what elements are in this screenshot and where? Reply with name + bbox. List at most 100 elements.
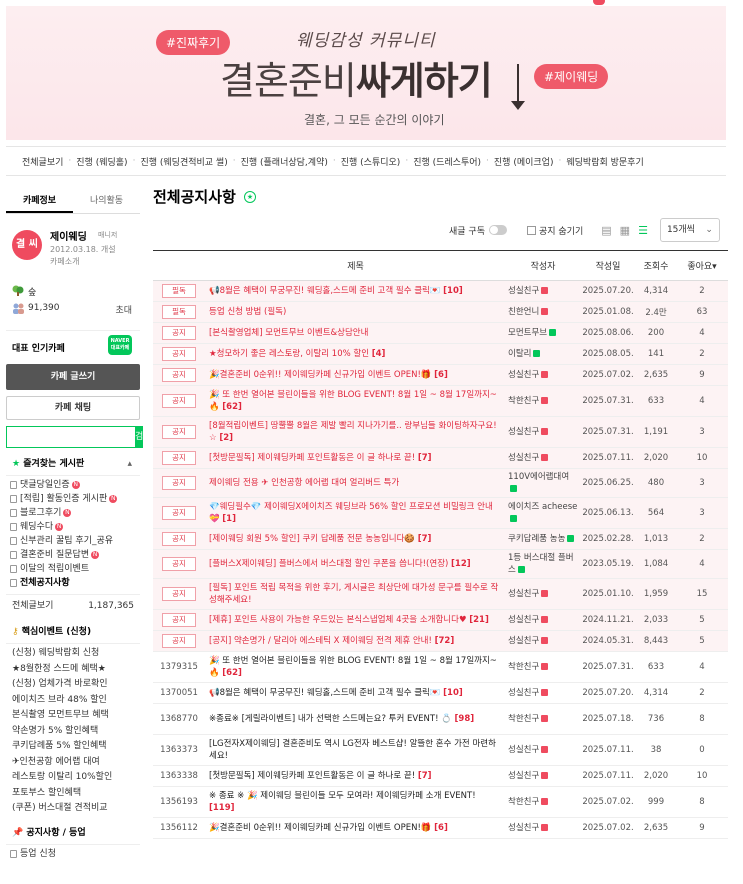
- table-row[interactable]: 1356112 🎉결혼준비 0순위!! 제이웨딩카페 신규가입 이벤트 OPEN!…: [153, 817, 728, 839]
- all-posts-row[interactable]: 전체글보기 1,187,365: [6, 594, 140, 616]
- post-title[interactable]: [LG전자X제이웨딩] 결혼준비도 역시 LG전자 베스트샵! 알뜰한 혼수 가…: [209, 739, 496, 761]
- post-author-cell[interactable]: 성실친구: [506, 609, 580, 631]
- cafe-search-input[interactable]: [6, 426, 135, 448]
- post-title-cell[interactable]: 🎉 또 한번 열어본 블린이들을 위한 BLOG EVENT! 8월 1일 ~ …: [205, 651, 506, 683]
- post-author-cell[interactable]: 성실친구: [506, 817, 580, 839]
- table-row[interactable]: 1370051 📢8월은 혜택이 무궁무진! 웨딩홀,스드메 준비 고객 필수 클…: [153, 682, 728, 704]
- post-author[interactable]: 성실친구: [508, 453, 539, 463]
- post-title[interactable]: 등업 신청 방법 (필독): [209, 307, 286, 317]
- notification-dot[interactable]: [593, 0, 605, 5]
- post-title[interactable]: 💎웨딩필수💎 제이웨딩X에이치즈 웨딩브라 56% 할인 프로모션 비밀링크 안…: [209, 502, 493, 524]
- post-title-cell[interactable]: [필독] 포인트 적립 목적을 위한 후기, 게시글은 최상단에 대가성 문구를…: [205, 578, 506, 610]
- post-author[interactable]: 에이치즈 acheese: [508, 502, 577, 512]
- member-count[interactable]: 91,390: [28, 303, 60, 313]
- post-title-cell[interactable]: [첫방문필독] 제이웨딩카페 포인트활동은 이 글 하나로 끝! [7]: [205, 447, 506, 469]
- notice-row[interactable]: 공지 [플버스X제이웨딩] 플버스에서 버스대절 할인 쿠폰을 씁니다!(연장) …: [153, 549, 728, 579]
- nav-item[interactable]: 진행 (스튜디오): [341, 155, 401, 168]
- post-author-cell[interactable]: 1등 버스대절 플버스: [506, 549, 580, 579]
- notice-row[interactable]: 필독 등업 신청 방법 (필독) 친한언니 2025.01.08. 2.4만 63: [153, 301, 728, 323]
- fav-boards-header[interactable]: ★ 즐겨찾는 게시판 ▴: [6, 452, 140, 476]
- post-author[interactable]: 성실친구: [508, 615, 539, 625]
- notice-row[interactable]: 공지 [제휴] 포인트 사용이 가능한 우드있는 본식스냅업체 4곳을 소개합니다…: [153, 609, 728, 631]
- post-title[interactable]: [플버스X제이웨딩] 플버스에서 버스대절 할인 쿠폰을 씁니다!(연장): [209, 559, 448, 569]
- sidebar-board-item[interactable]: 블로그후기 N: [6, 506, 140, 520]
- post-title-cell[interactable]: 제이웨딩 전용 ✈ 인천공항 에어랩 대여 얼리버드 특가: [205, 468, 506, 498]
- search-button[interactable]: 검색: [135, 426, 144, 464]
- post-author[interactable]: 모먼트무브: [508, 328, 547, 338]
- post-author-cell[interactable]: 착한친구: [506, 385, 580, 417]
- table-row[interactable]: 1356193 ※ 종료 ※ 🎉 제이웨딩 블린이들 모두 모여라! 제이웨딩카페…: [153, 786, 728, 818]
- comment-count[interactable]: [10]: [443, 286, 463, 296]
- table-row[interactable]: 1363338 [첫방문필독] 제이웨딩카페 포인트활동은 이 글 하나로 끝! …: [153, 765, 728, 787]
- cafe-chat-button[interactable]: 카페 채팅: [6, 396, 140, 420]
- notice-row[interactable]: 공지 [본식촬영업체] 모먼트무브 이벤트&상담안내 모먼트무브 2025.08.0…: [153, 322, 728, 344]
- post-title[interactable]: ★청모하기 좋은 레스토랑, 이탈리 10% 할인: [209, 349, 369, 359]
- notice-row[interactable]: 공지 [필독] 포인트 적립 목적을 위한 후기, 게시글은 최상단에 대가성 문…: [153, 578, 728, 610]
- post-title-cell[interactable]: [본식촬영업체] 모먼트무브 이벤트&상담안내: [205, 322, 506, 344]
- post-author[interactable]: 쿠키답례품 농농: [508, 534, 565, 544]
- post-title-cell[interactable]: 🎉결혼준비 0순위!! 제이웨딩카페 신규가입 이벤트 OPEN!🎁 [6]: [205, 364, 506, 386]
- post-author[interactable]: 성실친구: [508, 823, 539, 833]
- post-author-cell[interactable]: 쿠키답례품 농농: [506, 528, 580, 550]
- post-title[interactable]: 📢8월은 혜택이 무궁무진! 웨딩홀,스드메 준비 고객 필수 클릭💌: [209, 286, 440, 296]
- chevron-up-icon[interactable]: ▴: [127, 452, 132, 476]
- sidebar-board-item[interactable]: [적립] 활동인증 게시판 N: [6, 492, 140, 506]
- event-board-item[interactable]: 에이치즈 브라 48% 할인: [6, 693, 140, 709]
- post-title-cell[interactable]: 📢8월은 혜택이 무궁무진! 웨딩홀,스드메 준비 고객 필수 클릭💌 [10]: [205, 682, 506, 704]
- event-board-item[interactable]: (쿠폰) 버스대절 견적비교: [6, 801, 140, 817]
- post-title-cell[interactable]: 등업 신청 방법 (필독): [205, 301, 506, 323]
- avatar[interactable]: 결 씨: [12, 230, 42, 260]
- post-author-cell[interactable]: 성실친구: [506, 765, 580, 787]
- nav-item[interactable]: 진행 (메이크업): [494, 155, 554, 168]
- notice-row[interactable]: 공지 💎웨딩필수💎 제이웨딩X에이치즈 웨딩브라 56% 할인 프로모션 비밀링크…: [153, 497, 728, 529]
- post-author[interactable]: 성실친구: [508, 745, 539, 755]
- comment-count[interactable]: [72]: [435, 636, 455, 646]
- comment-count[interactable]: [7]: [418, 453, 432, 463]
- notice-row[interactable]: 공지 [공지] 약손명가 / 달리아 에스테틱 X 제이웨딩 전격 제휴 안내! …: [153, 630, 728, 652]
- post-title[interactable]: 🎉 또 한번 열어본 블린이들을 위한 BLOG EVENT! 8월 1일 ~ …: [209, 390, 497, 412]
- notice-row[interactable]: 공지 [첫방문필독] 제이웨딩카페 포인트활동은 이 글 하나로 끝! [7] 성실…: [153, 447, 728, 469]
- post-title[interactable]: 🎉 또 한번 열어본 블린이들을 위한 BLOG EVENT! 8월 1일 ~ …: [209, 656, 497, 678]
- event-board-item[interactable]: ★8월한정 스드메 혜택★: [6, 662, 140, 678]
- post-title-cell[interactable]: 📢8월은 혜택이 무궁무진! 웨딩홀,스드메 준비 고객 필수 클릭💌 [10]: [205, 280, 506, 302]
- nav-item[interactable]: 진행 (드레스투어): [413, 155, 481, 168]
- notice-row[interactable]: 필독 📢8월은 혜택이 무궁무진! 웨딩홀,스드메 준비 고객 필수 클릭💌 [1…: [153, 280, 728, 302]
- sidebar-board-item[interactable]: 웨딩수다 N: [6, 520, 140, 534]
- post-author-cell[interactable]: 성실친구: [506, 734, 580, 766]
- comment-count[interactable]: [21]: [469, 615, 489, 625]
- post-title[interactable]: ※ 종료 ※ 🎉 제이웨딩 블린이들 모두 모여라! 제이웨딩카페 소개 EVE…: [209, 791, 476, 801]
- post-title[interactable]: [필독] 포인트 적립 목적을 위한 후기, 게시글은 최상단에 대가성 문구를…: [209, 583, 498, 605]
- header-likes[interactable]: 좋아요▾: [676, 250, 728, 281]
- post-author[interactable]: 성실친구: [508, 427, 539, 437]
- comment-count[interactable]: [6]: [434, 370, 448, 380]
- cafe-banner[interactable]: #진짜후기 웨딩감성 커뮤니티 결혼준비싸게하기 #제이웨딩 결혼, 그 모든 …: [6, 6, 726, 140]
- hide-notice-checkbox[interactable]: [526, 225, 536, 235]
- event-board-item[interactable]: 포토부스 할인혜택: [6, 786, 140, 802]
- notice-row[interactable]: 공지 🎉결혼준비 0순위!! 제이웨딩카페 신규가입 이벤트 OPEN!🎁 [6]…: [153, 364, 728, 386]
- post-author[interactable]: 성실친구: [508, 286, 539, 296]
- invite-link[interactable]: 초대: [115, 303, 132, 316]
- comment-count[interactable]: [12]: [451, 559, 471, 569]
- post-title[interactable]: [8월적립이벤트] 땅뿔뿔 8월은 제발 빨리 지나가기를.. 랑부님들 화이팅…: [209, 421, 497, 443]
- cafe-rank[interactable]: 숲: [6, 282, 140, 300]
- post-author-cell[interactable]: 성실친구: [506, 578, 580, 610]
- post-author[interactable]: 착한친구: [508, 662, 539, 672]
- post-author-cell[interactable]: 친한언니: [506, 301, 580, 323]
- comment-count[interactable]: [7]: [418, 534, 432, 544]
- notice-row[interactable]: 공지 [제이웨딩 회원 5% 할인] 쿠키 답례품 전문 농농입니다🍪 [7] 쿠키…: [153, 528, 728, 550]
- table-row[interactable]: 1368770 ※종료※ [게릴라이벤트] 내가 선택한 스드메는요? 투커 EV…: [153, 703, 728, 735]
- post-title-cell[interactable]: 💎웨딩필수💎 제이웨딩X에이치즈 웨딩브라 56% 할인 프로모션 비밀링크 안…: [205, 497, 506, 529]
- post-author[interactable]: 성실친구: [508, 771, 539, 781]
- post-title[interactable]: 📢8월은 혜택이 무궁무진! 웨딩홀,스드메 준비 고객 필수 클릭💌: [209, 688, 440, 698]
- comment-count[interactable]: [62]: [222, 402, 242, 412]
- post-title-cell[interactable]: [플버스X제이웨딩] 플버스에서 버스대절 할인 쿠폰을 씁니다!(연장) [1…: [205, 549, 506, 579]
- post-title-cell[interactable]: ★청모하기 좋은 레스토랑, 이탈리 10% 할인 [4]: [205, 343, 506, 365]
- notice-row[interactable]: 공지 [8월적립이벤트] 땅뿔뿔 8월은 제발 빨리 지나가기를.. 랑부님들 화…: [153, 416, 728, 448]
- post-title[interactable]: 제이웨딩 전용 ✈ 인천공항 에어랩 대여 얼리버드 특가: [209, 478, 399, 488]
- comment-count[interactable]: [119]: [209, 803, 235, 813]
- post-title[interactable]: [본식촬영업체] 모먼트무브 이벤트&상담안내: [209, 328, 368, 338]
- post-author-cell[interactable]: 성실친구: [506, 364, 580, 386]
- post-author-cell[interactable]: 에이치즈 acheese: [506, 497, 580, 529]
- subscribe-toggle[interactable]: [488, 225, 507, 235]
- nav-item[interactable]: 전체글보기: [22, 155, 63, 168]
